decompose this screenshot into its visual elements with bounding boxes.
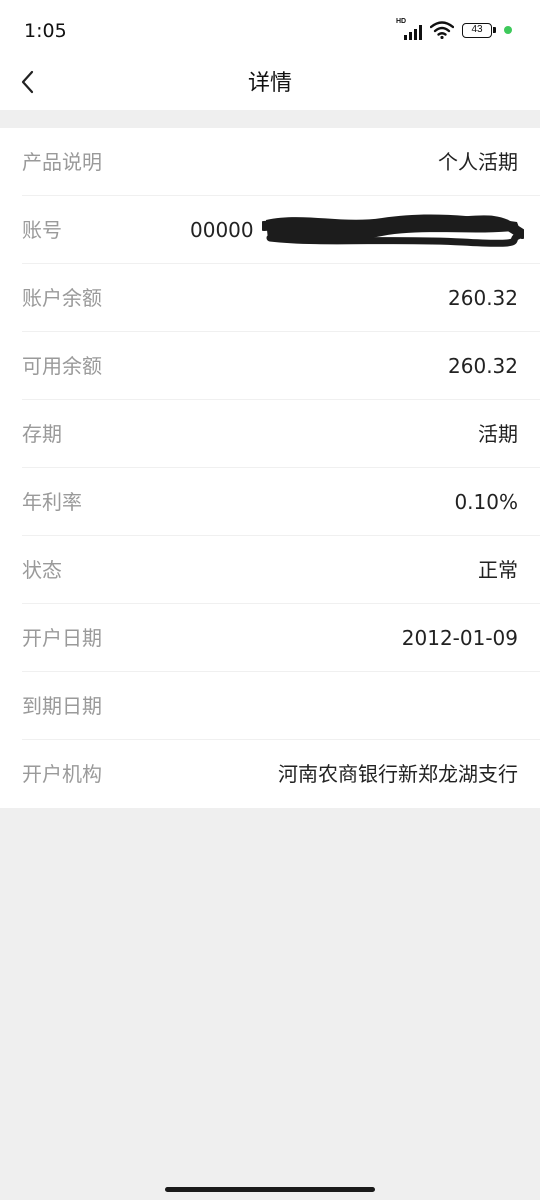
- detail-row-open-date: 开户日期 2012-01-09: [0, 604, 540, 672]
- network-label: HD: [396, 18, 407, 25]
- detail-value: 2012-01-09: [401, 626, 518, 650]
- detail-value: 260.32: [448, 354, 518, 378]
- detail-value: 260.32: [448, 286, 518, 310]
- detail-label: 到期日期: [22, 694, 102, 718]
- detail-label: 账户余额: [22, 286, 102, 310]
- battery-level: 43: [462, 22, 492, 38]
- status-time: 1:05: [24, 20, 67, 42]
- redaction-scribble: [262, 214, 524, 247]
- home-indicator[interactable]: [165, 1187, 375, 1192]
- wifi-icon: [430, 21, 454, 39]
- detail-value: 0.10%: [454, 490, 518, 514]
- detail-row-available: 可用余额 260.32: [0, 332, 540, 400]
- nav-bar: 详情: [0, 60, 540, 110]
- detail-row-account: 账号 00000: [0, 196, 540, 264]
- status-bar: 1:05 HD 43: [0, 0, 540, 60]
- detail-row-product: 产品说明 个人活期: [0, 128, 540, 196]
- detail-label: 开户日期: [22, 626, 102, 650]
- detail-value: 正常: [478, 558, 518, 582]
- detail-row-branch: 开户机构 河南农商银行新郑龙湖支行: [0, 740, 540, 808]
- detail-value: 河南农商银行新郑龙湖支行: [278, 762, 518, 786]
- battery-icon: 43: [462, 22, 496, 38]
- account-number: 00000: [190, 218, 254, 242]
- details-card: 产品说明 个人活期 账号 00000 账户余额 260.32 可用余额 260.…: [0, 128, 540, 808]
- detail-label: 账号: [22, 218, 62, 242]
- page-title: 详情: [247, 71, 292, 96]
- detail-label: 可用余额: [22, 354, 102, 378]
- detail-label: 状态: [22, 558, 62, 582]
- detail-row-term: 存期 活期: [0, 400, 540, 468]
- detail-row-status: 状态 正常: [0, 536, 540, 604]
- detail-label: 年利率: [22, 490, 82, 514]
- detail-row-maturity-date: 到期日期: [0, 672, 540, 740]
- detail-row-rate: 年利率 0.10%: [0, 468, 540, 536]
- status-icons: HD 43: [396, 18, 512, 40]
- top-area: 1:05 HD 43 详情: [0, 0, 540, 110]
- detail-label: 存期: [22, 422, 62, 446]
- detail-label: 产品说明: [22, 150, 102, 174]
- detail-row-balance: 账户余额 260.32: [0, 264, 540, 332]
- detail-value: 个人活期: [438, 150, 518, 174]
- privacy-indicator-dot: [504, 26, 512, 34]
- detail-label: 开户机构: [22, 762, 102, 786]
- detail-value: 活期: [478, 422, 518, 446]
- signal-bars: [404, 25, 422, 40]
- signal-icon: HD: [396, 18, 422, 40]
